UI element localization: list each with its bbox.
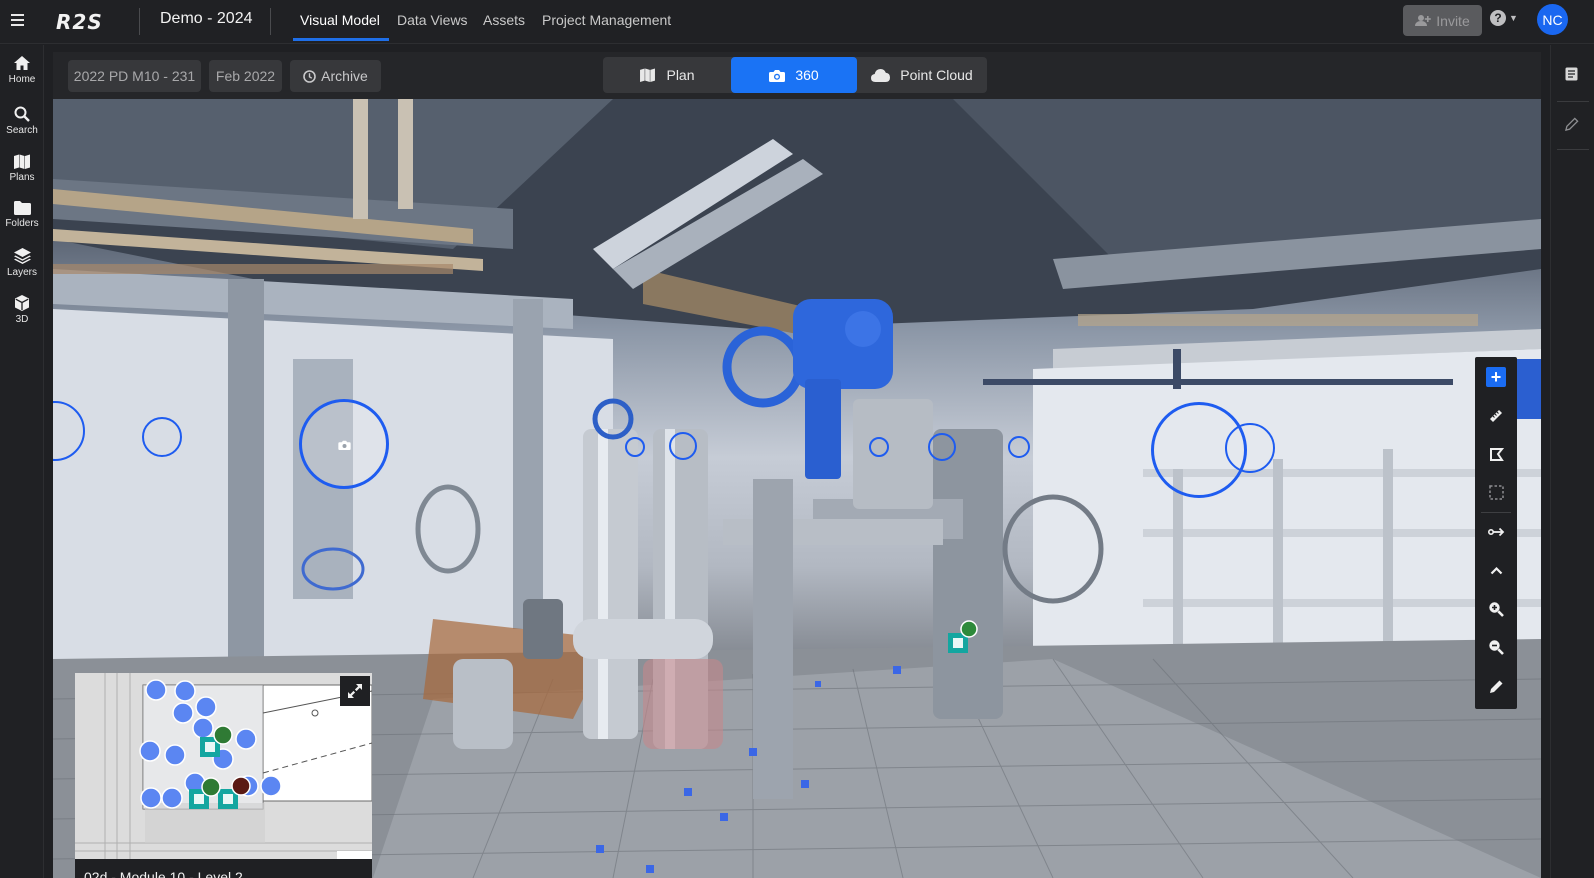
viewer-toolbox: + — [1475, 357, 1517, 709]
panel-divider — [1557, 101, 1589, 102]
divider — [139, 8, 140, 35]
view-mode-point-cloud[interactable]: Point Cloud — [857, 57, 987, 93]
panorama-hotspot-current[interactable] — [299, 399, 389, 489]
add-user-icon — [1415, 15, 1432, 26]
panorama-hotspot[interactable] — [869, 437, 889, 457]
sidebar-item-home[interactable]: Home — [0, 55, 44, 85]
view-mode-label: 360 — [795, 67, 819, 83]
add-tool[interactable]: + — [1475, 357, 1517, 395]
left-sidebar: Home Search Plans Folders Layers 3D — [0, 45, 44, 878]
view-mode-switcher: Plan 360 Point Cloud — [603, 57, 987, 93]
panorama-hotspot[interactable] — [1225, 423, 1275, 473]
panorama-hotspot[interactable] — [669, 432, 697, 460]
cube-icon — [15, 295, 29, 311]
right-panel — [1550, 45, 1594, 878]
zoom-in-tool[interactable] — [1475, 590, 1517, 628]
map-icon — [640, 68, 656, 82]
select-tool[interactable] — [1475, 473, 1517, 511]
details-panel-button[interactable] — [1565, 67, 1578, 86]
sidebar-item-label: Search — [6, 125, 38, 136]
date-selector[interactable]: Feb 2022 — [209, 60, 282, 92]
measure-tool[interactable] — [1475, 397, 1517, 435]
visual-model-workspace: 2022 PD M10 - 231 Feb 2022 Archive Plan … — [53, 52, 1541, 878]
panorama-hotspot[interactable] — [928, 433, 956, 461]
home-icon — [14, 56, 30, 70]
sidebar-item-plans[interactable]: Plans — [0, 154, 44, 183]
area-tool[interactable] — [1475, 435, 1517, 473]
sidebar-item-search[interactable]: Search — [0, 106, 44, 136]
panorama-hotspot[interactable] — [625, 437, 645, 457]
camera-icon — [769, 69, 786, 82]
zoom-in-icon — [1489, 602, 1504, 617]
active-tab-indicator — [293, 38, 389, 41]
zoom-out-tool[interactable] — [1475, 628, 1517, 666]
clock-icon — [303, 69, 316, 83]
chevron-up-icon — [1490, 566, 1502, 574]
sidebar-item-3d[interactable]: 3D — [0, 295, 44, 325]
selection-icon — [1488, 484, 1504, 500]
menu-icon[interactable] — [8, 10, 28, 30]
connect-icon — [1487, 527, 1504, 537]
view-mode-label: Point Cloud — [900, 67, 973, 83]
polygon-icon — [1489, 447, 1504, 461]
sidebar-item-folders[interactable]: Folders — [0, 201, 44, 229]
tab-project-management[interactable]: Project Management — [542, 12, 671, 28]
expand-icon — [348, 684, 362, 698]
view-mode-label: Plan — [666, 67, 695, 83]
zoom-out-icon — [1489, 640, 1504, 655]
invite-label: Invite — [1436, 12, 1470, 29]
tab-data-views[interactable]: Data Views — [397, 12, 468, 28]
map-icon — [14, 154, 30, 169]
minimap-plan — [75, 673, 372, 859]
help-icon: ? — [1490, 10, 1506, 26]
help-menu[interactable]: ? ▼ — [1490, 10, 1518, 26]
project-title[interactable]: Demo - 2024 — [160, 10, 253, 28]
panorama-viewer[interactable]: + 02d - Module 10 - Level 2 — [53, 99, 1541, 878]
connect-tool[interactable] — [1475, 513, 1517, 551]
layers-icon — [13, 248, 31, 264]
minimap[interactable]: 02d - Module 10 - Level 2 — [75, 673, 372, 878]
search-icon — [14, 106, 30, 122]
minimap-expand-button[interactable] — [340, 676, 370, 706]
panorama-hotspot[interactable] — [142, 417, 182, 457]
minimap-level-label: 02d - Module 10 - Level 2 — [84, 869, 243, 878]
sidebar-item-label: Plans — [9, 172, 35, 183]
ruler-icon — [1490, 410, 1502, 422]
cloud-icon — [871, 68, 891, 82]
sidebar-item-label: Folders — [5, 218, 39, 229]
divider — [270, 8, 271, 35]
archive-button[interactable]: Archive — [290, 60, 381, 92]
minimap-footer: 02d - Module 10 - Level 2 — [75, 859, 372, 878]
sidebar-item-label: 3D — [15, 314, 29, 325]
view-mode-360[interactable]: 360 — [731, 57, 857, 93]
chevron-down-icon: ▼ — [1509, 13, 1518, 23]
invite-button[interactable]: Invite — [1403, 5, 1482, 36]
tab-visual-model[interactable]: Visual Model — [300, 12, 380, 28]
tab-assets[interactable]: Assets — [483, 12, 525, 28]
pencil-icon — [1489, 680, 1502, 693]
camera-icon — [338, 440, 351, 450]
folder-icon — [13, 201, 31, 215]
scan-selector[interactable]: 2022 PD M10 - 231 — [68, 60, 201, 92]
user-avatar[interactable]: NC — [1537, 4, 1568, 35]
app-logo[interactable]: R2S — [56, 10, 103, 34]
sidebar-item-label: Layers — [6, 267, 37, 278]
viewer-control-bar: 2022 PD M10 - 231 Feb 2022 Archive Plan … — [53, 52, 1541, 100]
edit-icon — [1565, 117, 1579, 131]
collapse-tool[interactable] — [1475, 551, 1517, 589]
edit-panel-button[interactable] — [1565, 117, 1579, 136]
draw-tool[interactable] — [1475, 667, 1517, 705]
add-icon: + — [1486, 367, 1506, 387]
archive-label: Archive — [321, 68, 368, 84]
panorama-hotspot[interactable] — [1008, 436, 1030, 458]
panel-divider — [1557, 149, 1589, 150]
view-mode-plan[interactable]: Plan — [603, 57, 731, 93]
document-icon — [1565, 67, 1578, 81]
sidebar-item-label: Home — [8, 74, 36, 85]
top-bar: R2S Demo - 2024 Visual Model Data Views … — [0, 0, 1594, 44]
sidebar-item-layers[interactable]: Layers — [0, 248, 44, 278]
